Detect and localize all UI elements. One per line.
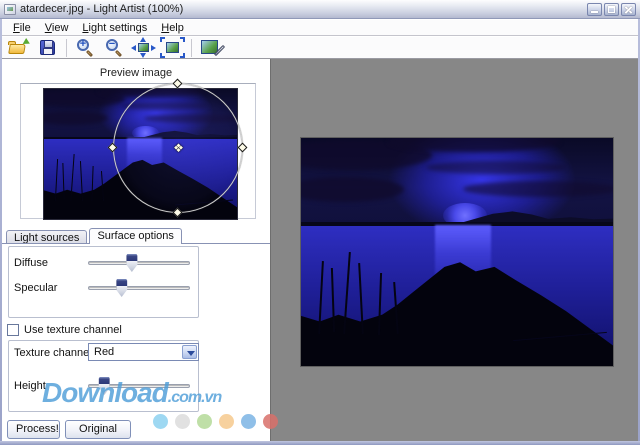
watermark-dot: [219, 414, 234, 429]
texture-channel-value: Red: [94, 346, 115, 358]
title-bar: atardecer.jpg - Light Artist (100%): [0, 0, 640, 19]
texture-channel-label: Texture channel: [14, 347, 92, 359]
app-icon: [4, 3, 16, 15]
watermark-dot: [153, 414, 168, 429]
menu-bar: File View Light settings Help: [2, 20, 638, 36]
watermark-dot: [263, 414, 278, 429]
toolbar: + −: [2, 37, 638, 59]
actual-size-button[interactable]: [159, 37, 186, 58]
close-button[interactable]: [621, 2, 636, 16]
menu-light-settings[interactable]: Light settings: [75, 21, 154, 35]
apply-light-effect-button[interactable]: [197, 37, 226, 58]
download-watermark: Download.com.vn: [42, 377, 222, 408]
maximize-icon: [608, 5, 615, 13]
watermark-dot: [175, 414, 190, 429]
minimize-button[interactable]: [587, 2, 602, 16]
open-button[interactable]: [5, 37, 32, 58]
image-view-area: [270, 59, 638, 441]
window-border: [0, 19, 2, 445]
menu-help[interactable]: Help: [154, 21, 191, 35]
light-center-marker[interactable]: ❖: [172, 142, 185, 155]
watermark-dot: [197, 414, 212, 429]
window-controls: [587, 2, 636, 16]
app-window: atardecer.jpg - Light Artist (100%) File…: [0, 0, 640, 445]
tab-light-sources[interactable]: Light sources: [6, 230, 88, 244]
actual-size-icon: [166, 42, 179, 53]
specular-slider-thumb[interactable]: [116, 279, 128, 297]
control-panel: Preview image ❖ Light sources Surface op…: [2, 59, 278, 445]
watermark-dots: [153, 414, 278, 429]
toolbar-separator: [191, 38, 192, 57]
menu-view[interactable]: View: [38, 21, 76, 35]
tab-surface-options[interactable]: Surface options: [89, 228, 182, 244]
use-texture-channel-label: Use texture channel: [24, 324, 122, 336]
zoom-in-button[interactable]: +: [72, 37, 99, 58]
zoom-out-button[interactable]: −: [101, 37, 128, 58]
original-image-button[interactable]: Original Image: [65, 420, 131, 445]
fit-to-window-button[interactable]: [130, 37, 157, 58]
toolbar-separator: [66, 38, 67, 57]
process-button[interactable]: Process!: [7, 420, 60, 439]
save-button[interactable]: [34, 37, 61, 58]
window-title: atardecer.jpg - Light Artist (100%): [20, 3, 184, 15]
maximize-button[interactable]: [604, 2, 619, 16]
main-image: [300, 137, 614, 367]
fit-image-icon: [138, 43, 149, 52]
diffuse-slider[interactable]: [88, 253, 190, 272]
window-border: [0, 441, 640, 445]
specular-slider[interactable]: [88, 278, 190, 297]
texture-channel-select[interactable]: Red: [88, 343, 199, 361]
use-texture-channel-checkbox[interactable]: [7, 324, 19, 336]
watermark-dot: [241, 414, 256, 429]
tab-strip: Light sources Surface options: [6, 228, 184, 244]
preview-group-title: Preview image: [99, 67, 173, 79]
diffuse-slider-thumb[interactable]: [126, 254, 138, 272]
specular-label: Specular: [14, 282, 58, 294]
menu-file[interactable]: File: [6, 21, 38, 35]
diffuse-label: Diffuse: [14, 257, 49, 269]
minimize-icon: [591, 10, 598, 13]
save-floppy-icon: [40, 40, 55, 55]
chevron-down-icon[interactable]: [182, 345, 197, 359]
